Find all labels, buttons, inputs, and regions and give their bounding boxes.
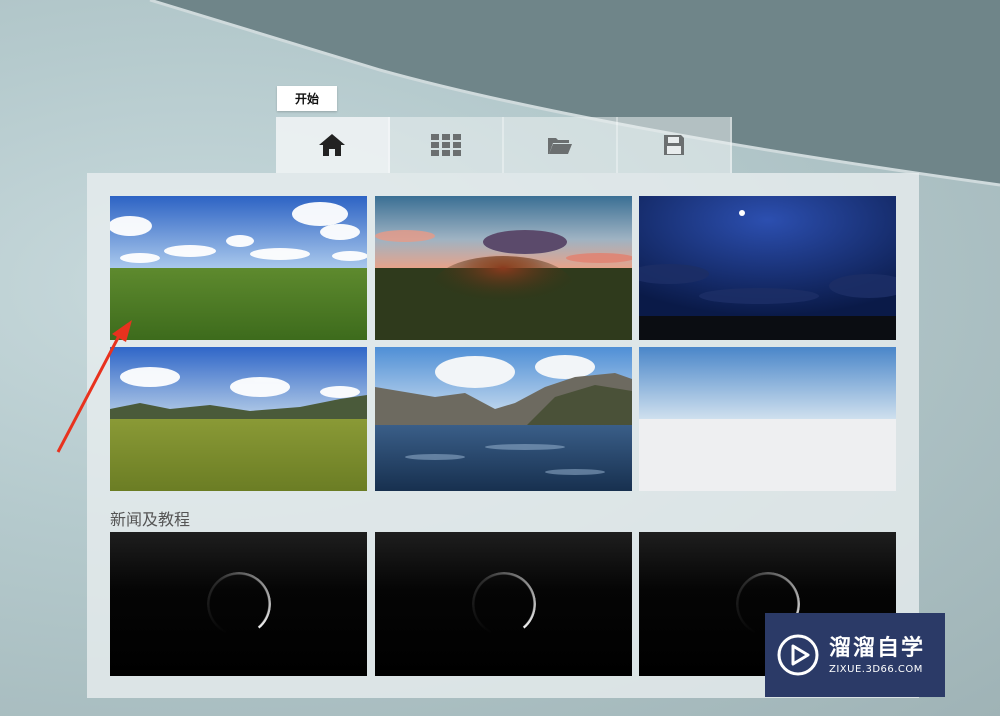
annotation-arrow bbox=[56, 320, 132, 453]
